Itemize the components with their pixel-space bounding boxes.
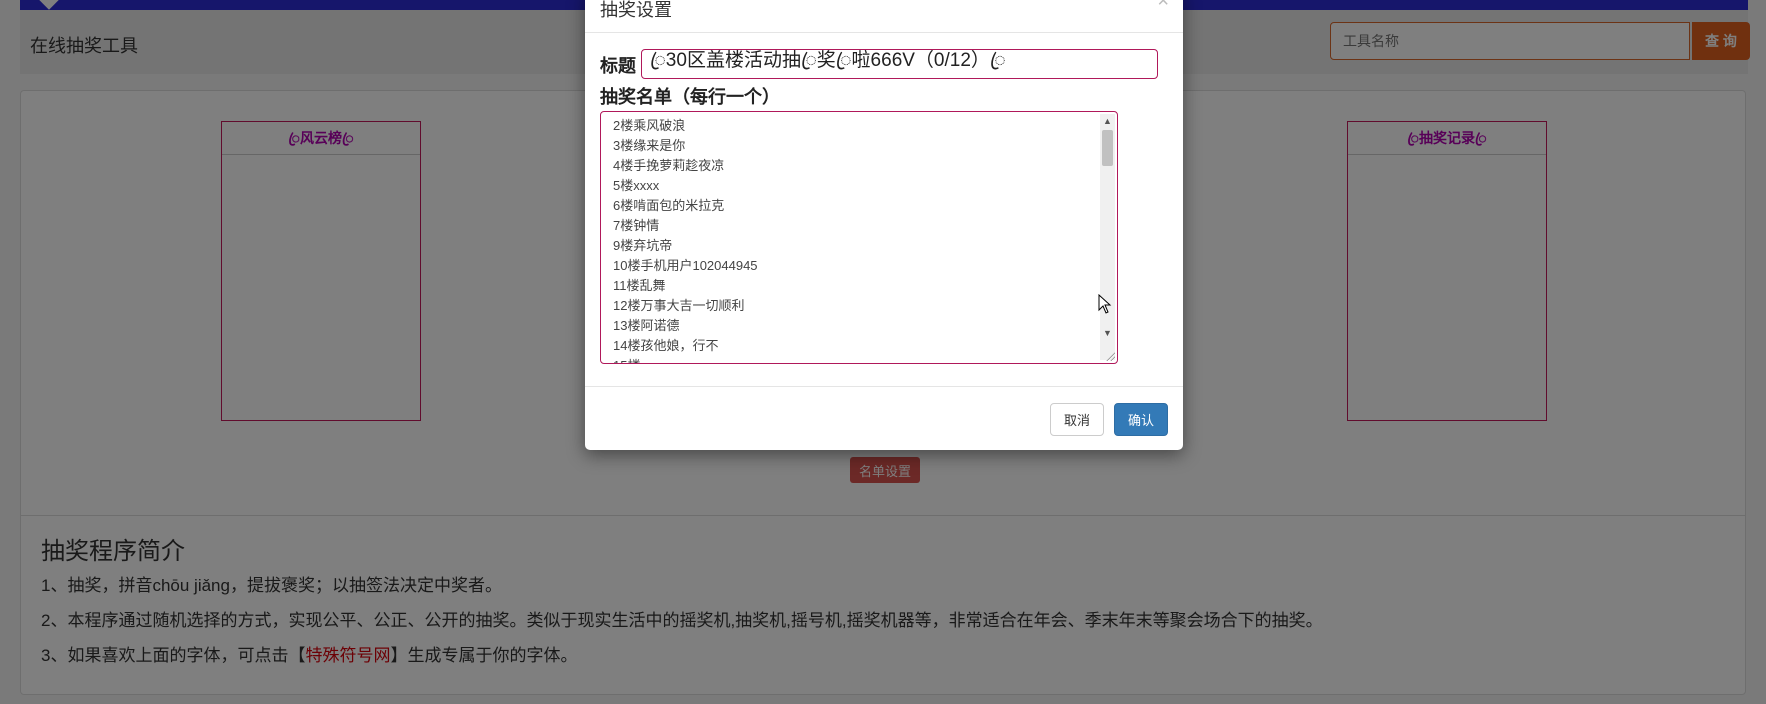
confirm-button[interactable]: 确认 [1114, 403, 1168, 436]
title-input[interactable] [641, 49, 1158, 79]
name-list-lines: 2楼乘风破浪 3楼缘来是你 4楼手挽萝莉趁夜凉 5楼xxxx 6楼啃面包的米拉克 7楼钟情… [613, 116, 1105, 363]
name-list-textarea[interactable]: 2楼乘风破浪 3楼缘来是你 4楼手挽萝莉趁夜凉 5楼xxxx 6楼啃面包的米拉克 7楼钟情… [600, 111, 1118, 364]
mouse-cursor-icon [1098, 294, 1112, 314]
dialog-header: 抽奖设置 × [585, 0, 1183, 33]
name-list-line: 3楼缘来是你 [613, 138, 686, 153]
dialog-title: 抽奖设置 [600, 0, 672, 20]
name-list-line: 14楼孩他娘，行不 [613, 338, 719, 353]
cancel-button[interactable]: 取消 [1050, 403, 1104, 436]
name-list-line: 5楼xxxx [613, 178, 660, 193]
textarea-scrollbar[interactable]: ▲ ▼ [1100, 114, 1115, 360]
scroll-down-icon[interactable]: ▼ [1100, 326, 1115, 340]
name-list-line: 13楼阿诺德 [613, 318, 680, 333]
dialog-footer: 取消 确认 [585, 386, 1183, 451]
name-list-line: 12楼万事大吉一切顺利 [613, 298, 745, 313]
name-list-line: 9楼弃坑帝 [613, 238, 673, 253]
name-list-line: 4楼手挽萝莉趁夜凉 [613, 158, 725, 173]
name-list-label: 抽奖名单（每行一个） [600, 87, 780, 107]
scroll-thumb[interactable] [1102, 130, 1113, 166]
name-list-line: 10楼手机用户102044945 [613, 258, 758, 273]
name-list-line: 2楼乘风破浪 [613, 118, 686, 133]
title-label: 标题 [600, 56, 636, 76]
lottery-settings-dialog: 抽奖设置 × 标题 抽奖名单（每行一个） 2楼乘风破浪 3楼缘来是你 4楼手挽萝莉趁… [585, 0, 1183, 450]
name-list-line: 7楼钟情 [613, 218, 660, 233]
name-list-line: 6楼啃面包的米拉克 [613, 198, 725, 213]
name-list-line: 15楼... [613, 356, 1105, 363]
resize-grip-icon[interactable] [1105, 351, 1115, 361]
close-icon[interactable]: × [1157, 0, 1169, 13]
name-list-line: 11楼乱舞 [613, 278, 666, 293]
scroll-up-icon[interactable]: ▲ [1100, 114, 1115, 128]
